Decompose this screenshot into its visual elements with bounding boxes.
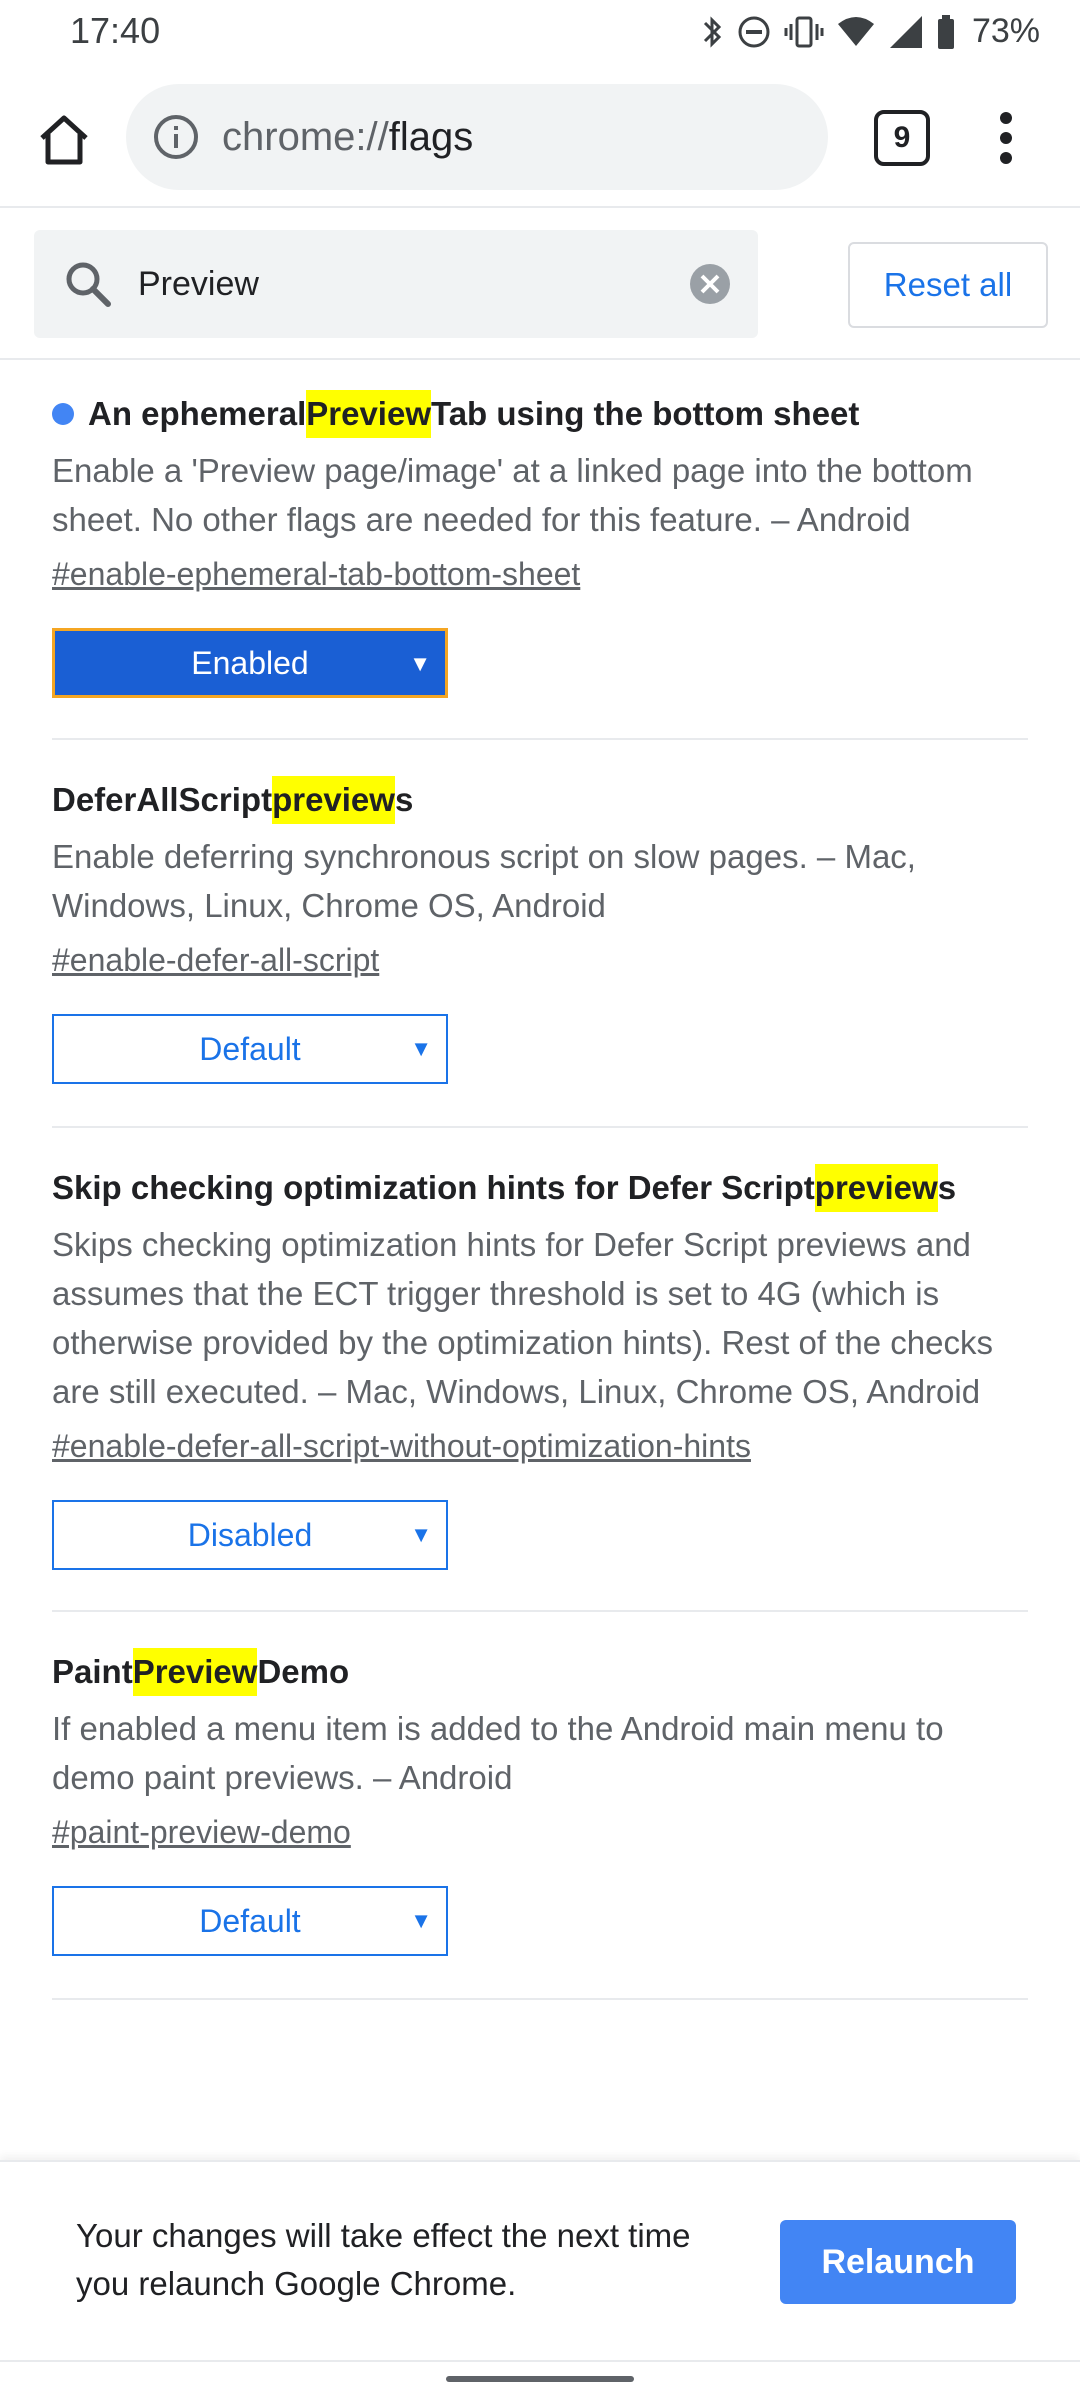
wifi-icon <box>836 14 876 50</box>
tab-count: 9 <box>893 121 911 154</box>
flag-title-part: An ephemeral <box>88 395 307 432</box>
vibrate-icon <box>784 14 824 50</box>
address-bar[interactable]: chrome://flags <box>126 84 828 190</box>
status-bar: 17:40 73% <box>0 0 1080 66</box>
cellular-signal-icon <box>888 14 924 50</box>
tab-switcher-button[interactable]: 9 <box>874 110 930 166</box>
flag-item: DeferAllScript preview s Enable deferring… <box>52 740 1028 1128</box>
flag-title-part: s <box>394 781 414 818</box>
search-icon <box>60 256 116 312</box>
flag-state-select[interactable]: Default ▼ <box>52 1014 448 1084</box>
status-time: 17:40 <box>70 10 161 51</box>
flag-title-part: Demo <box>257 1653 350 1690</box>
flag-state-value: Disabled <box>187 1516 313 1553</box>
flag-title-match: Preview <box>306 390 431 438</box>
screen: 17:40 73% chrome://flags 9 Preview Reset… <box>0 0 1080 2400</box>
flag-anchor-link[interactable]: #enable-defer-all-script-without-optimiz… <box>52 1422 1028 1470</box>
flag-title: Skip checking optimization hints for Def… <box>52 1164 1028 1212</box>
reset-all-button[interactable]: Reset all <box>848 242 1048 328</box>
flag-title-part: s <box>937 1169 957 1206</box>
flag-item: An ephemeral Preview Tab using the botto… <box>52 362 1028 740</box>
flag-title-part: Tab using the bottom sheet <box>431 395 860 432</box>
flag-title-part: Skip checking optimization hints for Def… <box>52 1169 815 1206</box>
flag-title-match: preview <box>814 1164 938 1212</box>
url-host: flags <box>388 114 474 159</box>
flag-title-part: Paint <box>52 1653 133 1690</box>
flag-state-value: Enabled <box>191 644 309 681</box>
do-not-disturb-icon <box>736 14 772 50</box>
search-value: Preview <box>138 264 259 303</box>
flag-state-select[interactable]: Default ▼ <box>52 1886 448 1956</box>
flag-description: If enabled a menu item is added to the A… <box>52 1710 944 1796</box>
dropdown-arrow-icon: ▼ <box>410 1522 432 1547</box>
flag-state-value: Default <box>199 1902 301 1939</box>
flag-anchor-link[interactable]: #paint-preview-demo <box>52 1808 1028 1856</box>
flag-state-select[interactable]: Enabled ▼ <box>52 628 448 698</box>
system-nav-bar <box>0 2360 1080 2400</box>
flags-search-row: Preview Reset all <box>0 210 1080 360</box>
flag-title-match: preview <box>272 776 395 824</box>
home-icon <box>40 115 88 165</box>
flag-description: Enable a 'Preview page/image' at a linke… <box>52 452 973 538</box>
flag-state-value: Default <box>199 1030 301 1067</box>
flag-item: Paint Preview Demo If enabled a menu ite… <box>52 1612 1028 2000</box>
battery-icon <box>936 14 956 50</box>
flag-title: DeferAllScript preview s <box>52 776 1028 824</box>
dropdown-arrow-icon: ▼ <box>410 1908 432 1933</box>
flag-state-select[interactable]: Disabled ▼ <box>52 1500 448 1570</box>
flag-item: Skip checking optimization hints for Def… <box>52 1128 1028 1612</box>
flags-list: An ephemeral Preview Tab using the botto… <box>0 362 1080 2000</box>
home-gesture-handle[interactable] <box>446 2376 634 2382</box>
flag-title: Paint Preview Demo <box>52 1648 1028 1696</box>
modified-indicator-icon <box>52 403 74 425</box>
url-text: chrome://flags <box>222 115 473 160</box>
browser-toolbar: chrome://flags 9 <box>0 66 1080 208</box>
info-icon[interactable] <box>150 111 202 163</box>
url-scheme: chrome:// <box>222 114 389 159</box>
bluetooth-icon <box>702 14 724 50</box>
menu-button[interactable] <box>986 106 1026 170</box>
flag-title-part: DeferAllScript <box>52 781 273 818</box>
clear-search-icon[interactable] <box>686 260 734 308</box>
relaunch-button[interactable]: Relaunch <box>780 2220 1016 2304</box>
flag-title: An ephemeral Preview Tab using the botto… <box>52 390 1028 438</box>
flag-anchor-link[interactable]: #enable-defer-all-script <box>52 936 1028 984</box>
flag-description: Skips checking optimization hints for De… <box>52 1226 993 1410</box>
flag-title-match: Preview <box>132 1648 258 1696</box>
dropdown-arrow-icon: ▼ <box>409 651 431 676</box>
relaunch-infobar: Your changes will take effect the next t… <box>0 2160 1080 2360</box>
search-input[interactable]: Preview <box>34 230 758 338</box>
flag-anchor-link[interactable]: #enable-ephemeral-tab-bottom-sheet <box>52 550 1028 598</box>
more-vert-icon <box>1000 112 1012 164</box>
dropdown-arrow-icon: ▼ <box>410 1036 432 1061</box>
status-icons: 73% <box>702 12 1040 51</box>
relaunch-message: Your changes will take effect the next t… <box>76 2217 691 2302</box>
home-button[interactable] <box>28 104 100 176</box>
flag-description: Enable deferring synchronous script on s… <box>52 838 916 924</box>
battery-percent: 73% <box>971 12 1040 50</box>
